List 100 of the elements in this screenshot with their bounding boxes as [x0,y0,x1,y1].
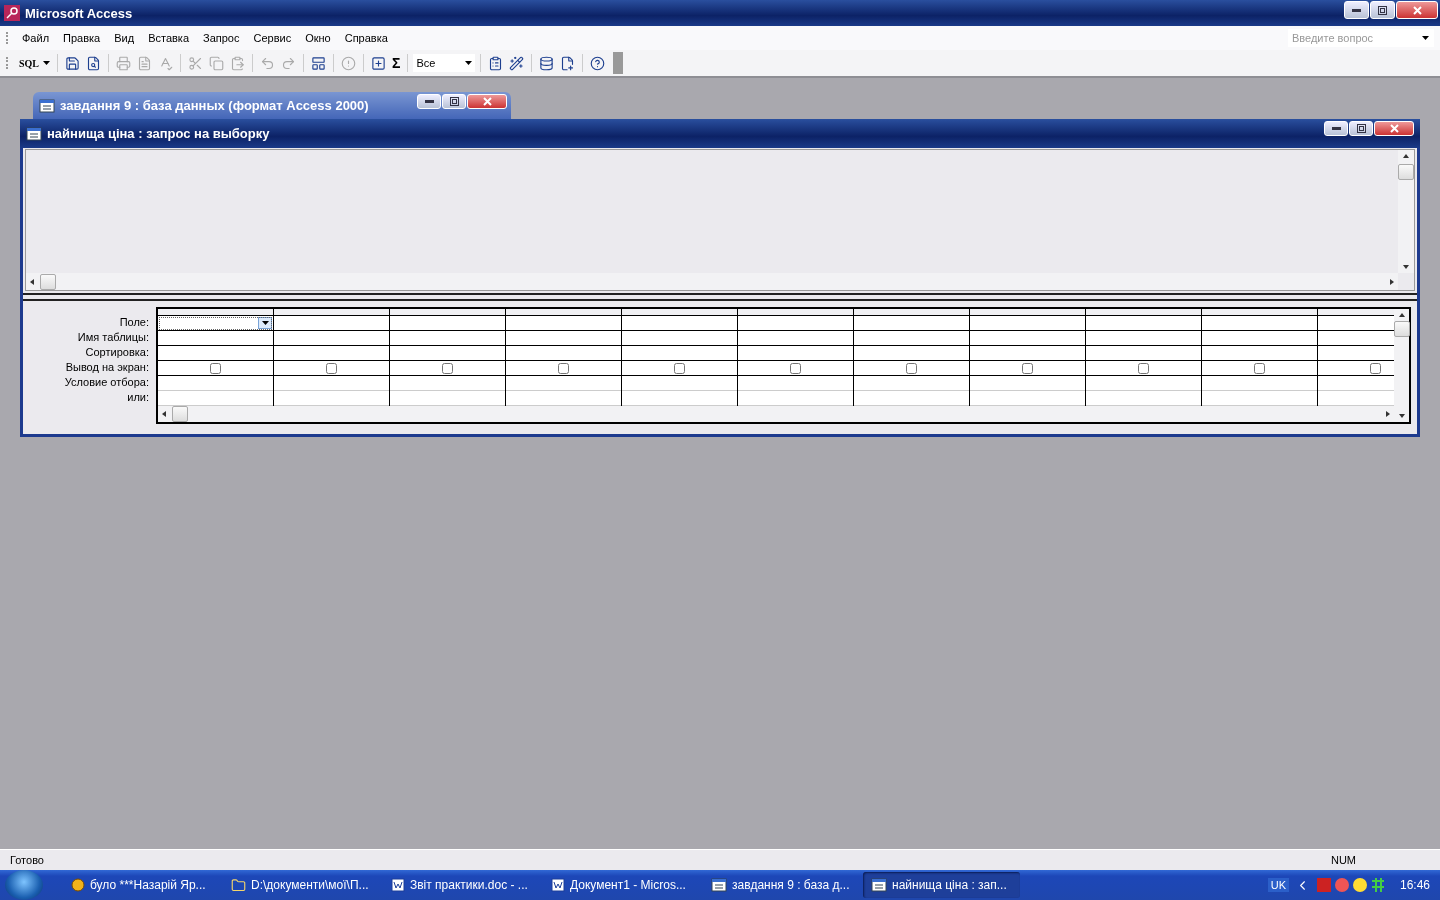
document-icon [551,878,565,892]
menu-item[interactable]: Правка [56,30,108,46]
show-checkbox[interactable] [442,362,453,374]
scissors-icon [188,55,203,71]
row-label: Вывод на экран: [64,360,150,375]
menu-item[interactable]: Файл [15,30,57,46]
column-selector[interactable] [158,309,273,316]
restore-icon [1378,5,1387,15]
properties-icon [488,55,504,71]
menu-item[interactable]: Вид [107,30,142,46]
taskbar-button[interactable]: D:\документи\мої\П... [223,872,380,898]
key-icon [4,5,20,21]
table-window-icon [711,878,727,892]
document-magnifier-icon [86,55,101,71]
top-values-combo[interactable]: Все [413,54,476,72]
num-lock-indicator: NUM [1330,854,1356,866]
spelling-check-icon [158,55,173,71]
column-selector[interactable] [1202,309,1317,316]
sql-view-button[interactable]: SQL [17,55,52,71]
menu-item[interactable]: Окно [298,30,338,46]
close-icon [1389,124,1399,133]
show-checkbox[interactable] [210,362,221,374]
restore-button[interactable] [442,94,466,109]
show-checkbox[interactable] [558,362,569,374]
printer-icon [116,55,131,71]
copy-icon [209,55,224,71]
minimize-button[interactable] [1324,121,1348,136]
table-window-icon [39,98,55,113]
new-object-icon [560,55,576,71]
minimize-button[interactable] [417,94,441,109]
query-window-icon [871,878,887,892]
help-search-field[interactable]: Введите вопрос [1288,29,1416,47]
column-selector[interactable] [854,309,969,316]
exclamation-icon [341,55,356,71]
column-selector[interactable] [1086,309,1201,316]
horizontal-scrollbar[interactable] [158,406,1394,422]
caret-icon [43,61,50,65]
column-selector[interactable] [506,309,621,316]
menu-item[interactable]: Запрос [196,30,247,46]
show-checkbox[interactable] [1370,362,1381,374]
help-icon [590,55,606,71]
language-indicator[interactable]: UK [1267,878,1289,892]
query-window-title: найнища ціна : запрос на выборку [47,126,270,141]
tray-icons-drawing [1315,877,1386,893]
query-window-icon [26,126,42,141]
vertical-scrollbar[interactable] [1394,309,1409,422]
column-selector[interactable] [274,309,389,316]
column-selector[interactable] [622,309,737,316]
menu-item[interactable]: Справка [337,30,395,46]
close-button[interactable] [1396,1,1438,19]
taskbar-button[interactable]: Звіт практики.doc - ... [383,872,540,898]
caret-icon [261,321,269,325]
grid-cell[interactable] [158,316,273,331]
show-checkbox[interactable] [1254,362,1265,374]
taskbar-button[interactable]: найнища ціна : зап... [863,872,1020,898]
restore-button[interactable] [1349,121,1373,136]
database-window-title: завдання 9 : база данных (формат Access 2000) [60,98,369,113]
restore-icon [449,97,459,106]
database-icon [539,55,555,71]
page-preview-icon [137,55,152,71]
menu-item[interactable]: Сервис [246,30,299,46]
row-label: Сортировка: [84,345,150,360]
taskbar-button[interactable]: завдання 9 : база д... [703,872,860,898]
clock: 16:46 [1399,878,1430,892]
pane-splitter[interactable] [23,293,1417,301]
show-checkbox[interactable] [674,362,685,374]
add-table-icon [371,55,386,71]
show-checkbox[interactable] [790,362,801,374]
row-label: Условие отбора: [63,375,150,390]
row-label: Поле: [118,315,150,330]
close-button[interactable] [1374,121,1414,136]
dropdown-button[interactable] [258,317,272,329]
close-button[interactable] [467,94,507,109]
dropdown-button[interactable] [1416,29,1434,47]
save-icon [65,55,80,71]
start-button[interactable] [5,870,43,900]
column-selector[interactable] [390,309,505,316]
totals-button[interactable]: Σ [390,53,403,73]
vertical-scrollbar[interactable] [1398,150,1414,273]
show-checkbox[interactable] [906,362,917,374]
show-checkbox[interactable] [1022,362,1033,374]
taskbar-button[interactable]: було ***Назарій Яр... [63,872,220,898]
status-text: Готово [10,854,44,866]
row-label: Имя таблицы: [76,330,150,345]
toolbar-overflow-button[interactable] [613,52,624,74]
caret-icon [1421,36,1429,40]
show-checkbox[interactable] [326,362,337,374]
restore-button[interactable] [1370,1,1395,19]
close-icon [482,97,492,106]
column-selector[interactable] [738,309,853,316]
column-selector[interactable] [970,309,1085,316]
circle-icon [71,878,85,892]
show-checkbox[interactable] [1138,362,1149,374]
horizontal-scrollbar[interactable] [26,273,1398,290]
minimize-button[interactable] [1344,1,1369,19]
taskbar-button[interactable]: Документ1 - Micros... [543,872,700,898]
wand-icon [509,55,525,71]
menu-item[interactable]: Вставка [141,30,196,46]
close-icon [1412,5,1422,15]
paste-icon [230,55,245,71]
